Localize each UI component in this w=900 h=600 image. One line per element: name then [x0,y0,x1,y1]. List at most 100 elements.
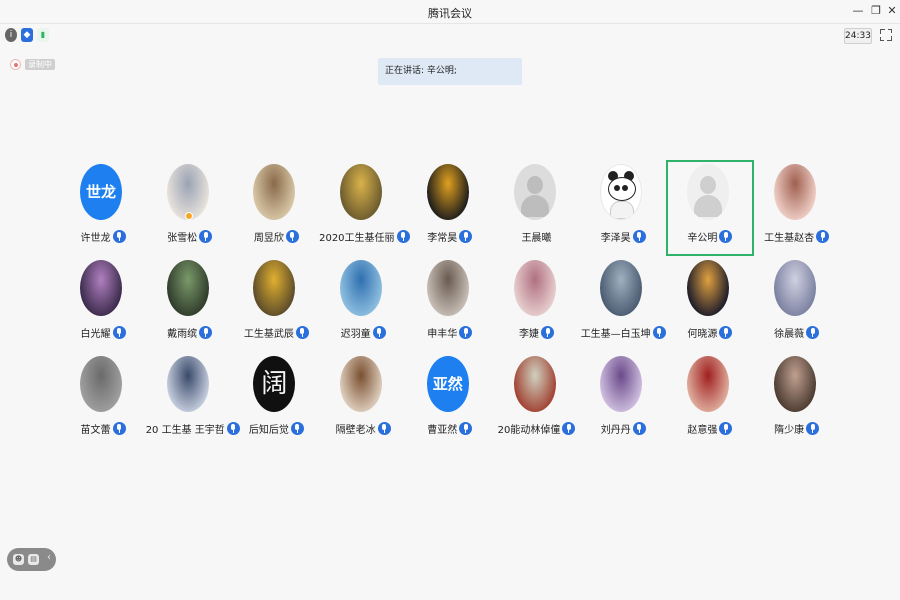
info-icon[interactable]: i [5,28,17,42]
participant-name-row: 徐晨薇 [753,322,841,341]
participant-name: 20 工生基 王宇哲 [145,425,225,436]
mic-icon[interactable] [816,230,830,243]
participant-name: 李常昊 [427,233,458,244]
participant-tile[interactable]: 20 工生基 王宇哲 [145,352,240,448]
mic-icon[interactable] [199,326,213,339]
participant-name: 工生基—白玉坤 [580,329,651,340]
participant-name-row: 工生基武辰 [232,322,320,341]
mic-icon[interactable] [719,326,733,339]
participant-name-row: 刘丹丹 [579,418,667,437]
mic-icon[interactable] [377,422,391,435]
participant-tile[interactable]: 李常昊 [406,160,494,256]
signal-icon[interactable]: ▮ [37,28,49,42]
participant-name: 后知后觉 [248,425,289,436]
participant-tile[interactable]: 李婕 [493,256,581,352]
avatar [686,356,729,412]
participant-name: 20能动林倬僮 [497,425,561,436]
participant-tile[interactable]: 迟羽童 [319,256,407,352]
participant-tile[interactable]: 何晓源 [666,256,754,352]
participant-tile[interactable]: 申丰华 [406,256,494,352]
mic-icon[interactable] [459,326,473,339]
mic-icon[interactable] [285,230,299,243]
participant-tile[interactable]: 徐晨薇 [753,256,841,352]
chat-icon[interactable]: ▤ [28,554,39,565]
participant-name: 曹亚然 [427,425,458,436]
mic-icon[interactable] [719,422,733,435]
avatar [773,164,816,220]
participant-tile[interactable]: 工生基赵杏 [753,160,841,256]
participant-tile[interactable]: 戴雨缤 [146,256,234,352]
mic-icon[interactable] [719,230,733,243]
participant-tile[interactable]: 辛公明 [665,160,754,256]
participant-name-row: 李常昊 [406,226,494,245]
participant-name-row: 戴雨缤 [146,322,234,341]
mic-icon[interactable] [632,422,646,435]
avatar [253,260,296,316]
mic-icon[interactable] [541,326,554,339]
mic-icon[interactable] [652,326,666,339]
participant-tile[interactable]: 李泽昊 [579,160,667,256]
participant-tile[interactable]: 王晨曦 [493,160,581,256]
participant-name: 许世龙 [80,233,111,244]
participant-tile[interactable]: 赵意强 [666,352,754,448]
avatar [340,260,383,316]
emoji-icon[interactable]: ☻ [13,554,24,565]
participant-tile[interactable]: 阔后知后觉 [232,352,320,448]
window-title: 腾讯会议 [428,7,472,20]
record-icon [10,59,21,70]
mic-icon[interactable] [112,422,126,435]
participant-tile[interactable]: 20能动林倬僮 [493,352,581,448]
participant-tile[interactable]: 刘丹丹 [579,352,667,448]
participant-tile[interactable]: 隔壁老冰 [319,352,407,448]
avatar [773,260,816,316]
host-badge-icon [184,212,193,220]
mic-icon[interactable] [806,422,820,435]
participant-name-row: 2020工生基任丽 [319,226,410,245]
participant-name: 张雪松 [167,233,198,244]
mic-icon[interactable] [562,422,576,435]
restore-icon[interactable]: ❐ [868,3,884,19]
participant-tile[interactable]: 亚然 曹亚然 [406,352,494,448]
avatar: 世龙 [80,164,122,220]
meeting-timer: 24:33 [844,28,872,44]
avatar [166,356,209,412]
participant-tile[interactable]: 隋少康 [753,352,841,448]
avatar [600,356,643,412]
participant-name-row: 王晨曦 [493,226,581,245]
participant-tile[interactable]: 工生基—白玉坤 [579,256,667,352]
collapse-icon[interactable]: ‹ [47,552,51,563]
participant-tile[interactable]: 2020工生基任丽 [319,160,410,256]
participant-name: 隋少康 [774,425,805,436]
recording-label: 录制中 [25,59,55,70]
participant-name: 王晨曦 [521,233,552,244]
participant-tile[interactable]: 苗文蕾 [59,352,147,448]
participant-tile[interactable]: 张雪松 [146,160,234,256]
participant-tile[interactable]: 世龙 许世龙 [59,160,147,256]
mic-icon[interactable] [112,230,126,243]
participant-name: 隔壁老冰 [335,425,376,436]
participant-name-row: 李婕 [493,322,581,341]
avatar [513,356,556,412]
mic-icon[interactable] [806,326,820,339]
mic-icon[interactable] [295,326,309,339]
mic-icon[interactable] [459,422,473,435]
mic-icon[interactable] [459,230,473,243]
meeting-toolbar: i ◆ ▮ 24:33 [0,25,900,47]
mic-icon[interactable] [372,326,386,339]
minimize-icon[interactable]: — [850,3,866,19]
mic-icon[interactable] [290,422,304,435]
shield-icon[interactable]: ◆ [21,28,33,42]
mic-icon[interactable] [199,230,213,243]
participant-tile[interactable]: 白光耀 [59,256,147,352]
mic-icon[interactable] [112,326,126,339]
participant-tile[interactable]: 工生基武辰 [232,256,320,352]
participant-name-row: 工生基—白玉坤 [579,322,667,341]
avatar [253,164,296,220]
speaking-banner: 正在讲话: 辛公明; [378,58,522,85]
close-icon[interactable]: ✕ [884,3,900,19]
participant-tile[interactable]: 周昱欣 [232,160,320,256]
avatar: 亚然 [426,356,469,412]
mic-icon[interactable] [632,230,646,243]
participant-name-row: 赵意强 [666,418,754,437]
fullscreen-icon[interactable] [879,28,893,42]
